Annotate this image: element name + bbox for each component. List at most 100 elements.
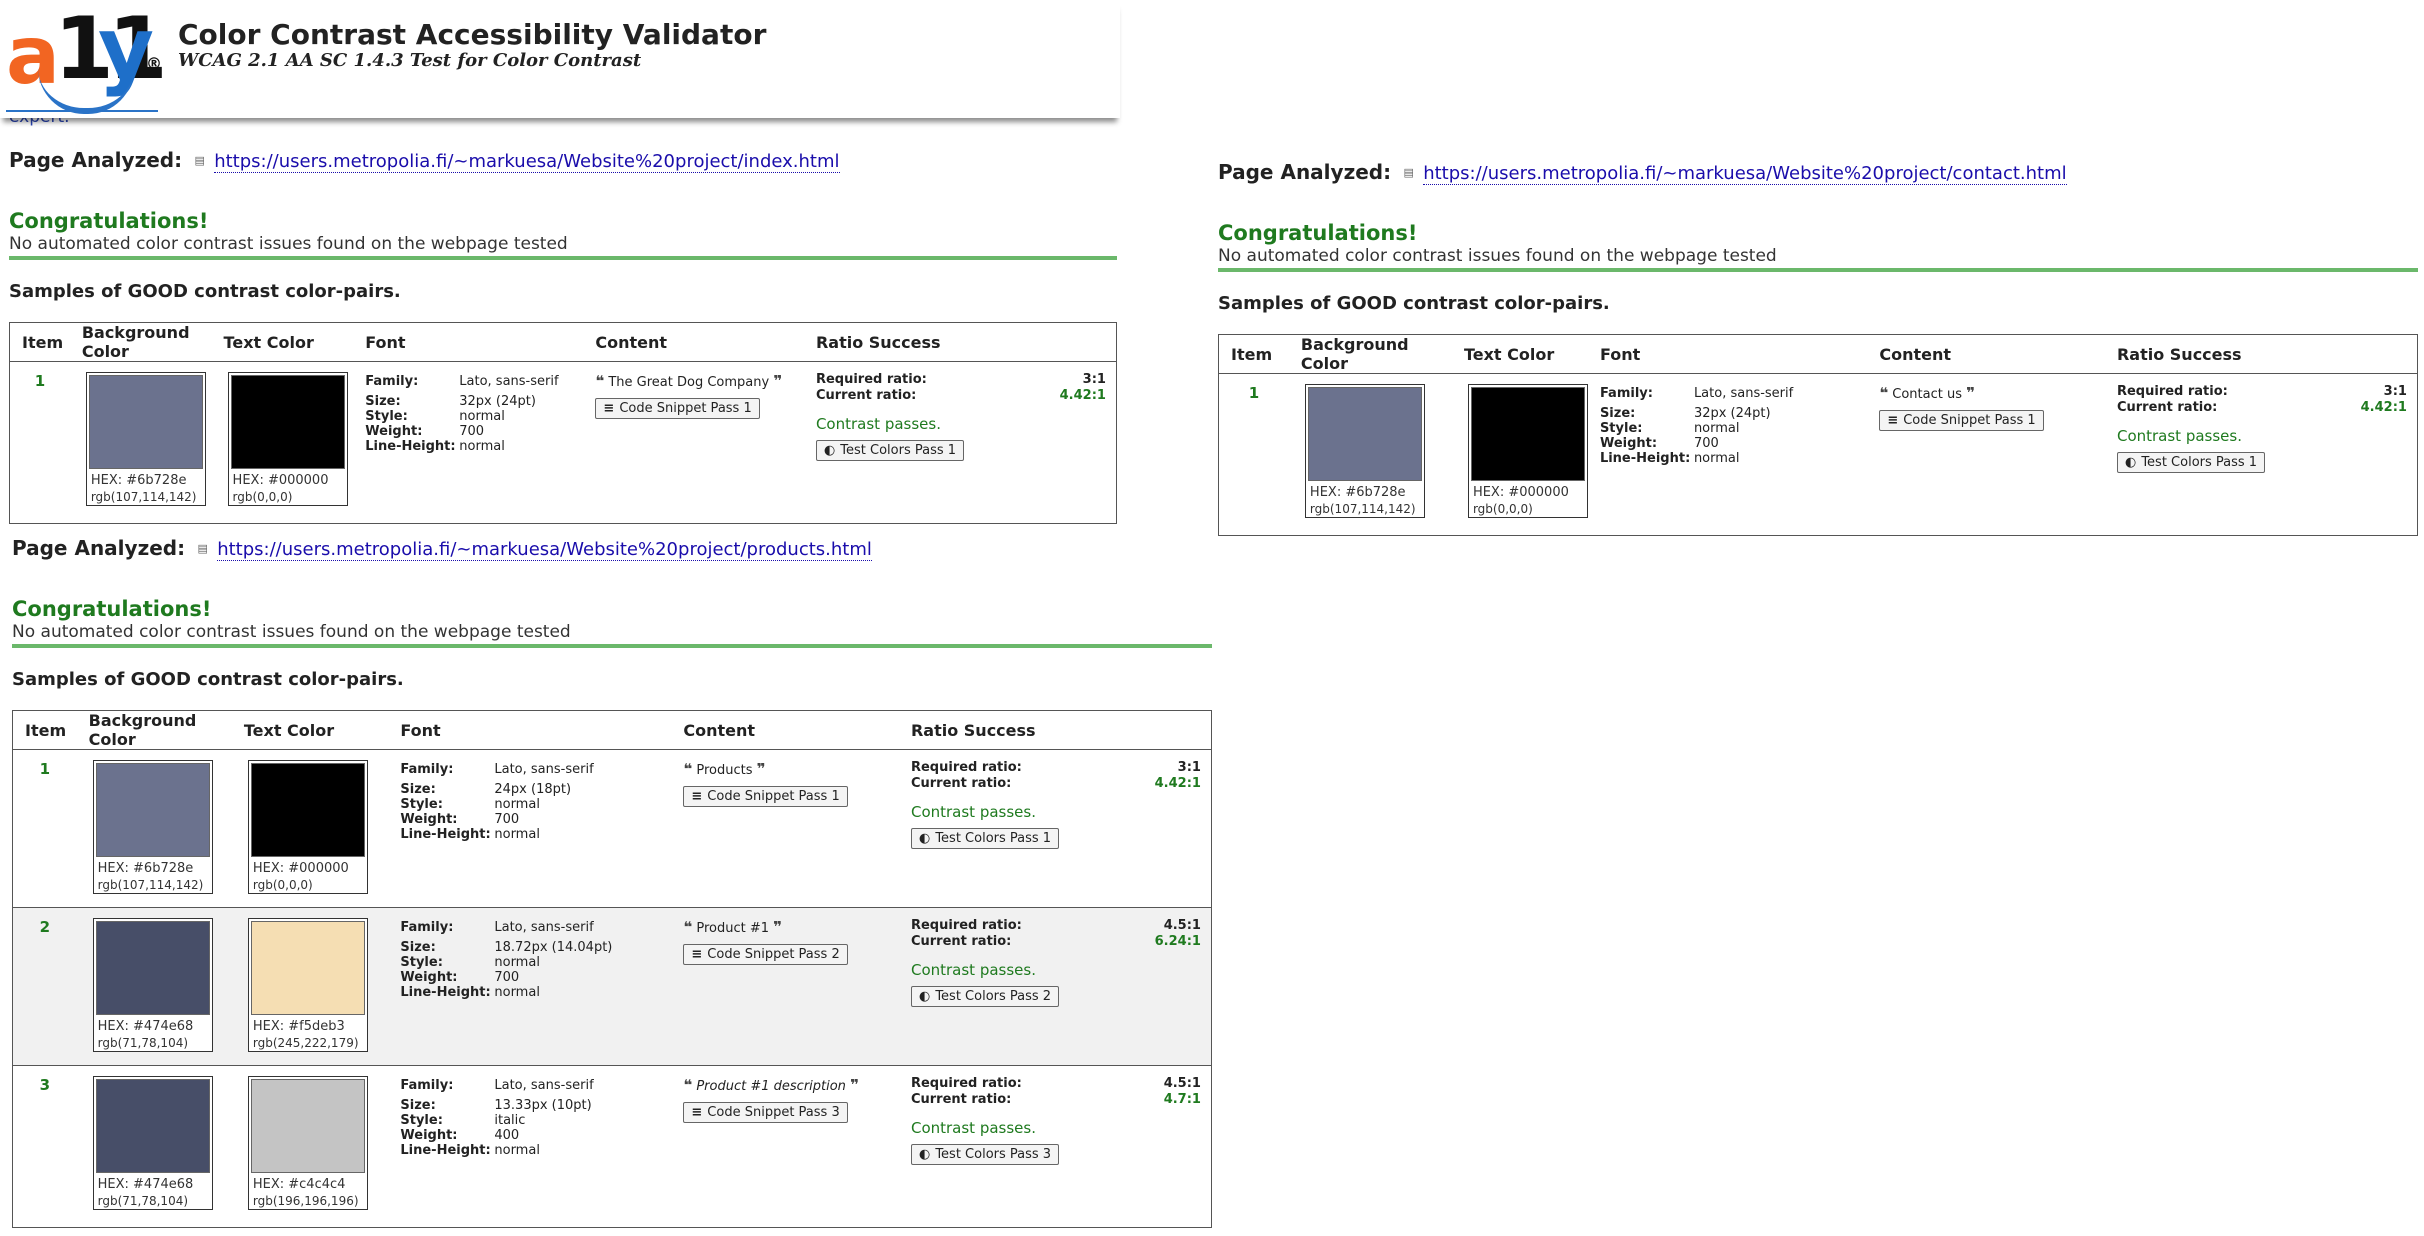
col-content: Content	[1867, 334, 2105, 374]
a11y-logo[interactable]: a 11 y ®	[6, 6, 168, 114]
text-color-swatch: HEX: #000000 rgb(0,0,0)	[247, 760, 368, 894]
rgb-value: rgb(245,222,179)	[252, 1036, 359, 1050]
test-colors-button[interactable]: ◐ Test Colors Pass 1	[910, 828, 1060, 849]
hex-value: HEX: #000000	[252, 861, 349, 876]
col-background-color: Background Color	[69, 322, 212, 362]
text-color-swatch: HEX: #000000 rgb(0,0,0)	[227, 372, 348, 506]
app-title: Color Contrast Accessibility Validator	[178, 18, 767, 51]
item-number: 3	[39, 1076, 51, 1094]
font-info: Family: Lato, sans-serif Size: 18.72px (14…	[400, 920, 613, 1000]
divider	[9, 256, 1117, 260]
divider	[12, 644, 1212, 648]
analyzed-url-link[interactable]: https://users.metropolia.fi/~markuesa/We…	[214, 151, 840, 173]
hex-value: HEX: #474e68	[97, 1019, 194, 1034]
ratio-info: Required ratio: 3:1 Current ratio: 4.42:1 …	[2116, 384, 2417, 473]
font-family-value: Lato, sans-serif	[494, 762, 594, 777]
color-sample	[95, 1079, 210, 1173]
page-analyzed-label: Page Analyzed:	[9, 148, 183, 172]
col-font: Font	[1587, 334, 1868, 374]
congrats-heading: Congratulations!	[12, 597, 212, 621]
content-text: The Great Dog Company	[608, 375, 770, 390]
content-sample: ❝ Product #1 description ❞	[683, 1076, 899, 1094]
line-height-value: normal	[1693, 451, 1740, 466]
contrast-passes-text: Contrast passes.	[910, 961, 1036, 979]
contrast-passes-text: Contrast passes.	[910, 803, 1036, 821]
close-quote-icon: ❞	[1966, 384, 1975, 402]
contrast-passes-text: Contrast passes.	[815, 415, 941, 433]
code-snippet-button[interactable]: ≡ Code Snippet Pass 3	[683, 1102, 848, 1123]
font-info: Family: Lato, sans-serif Size: 32px (24pt)…	[365, 374, 559, 454]
col-text-color: Text Color	[231, 710, 389, 750]
page-analyzed-label: Page Analyzed:	[12, 536, 186, 560]
test-colors-button[interactable]: ◐ Test Colors Pass 3	[910, 1144, 1060, 1165]
col-ratio-success: Ratio Success	[2104, 334, 2418, 374]
test-colors-button[interactable]: ◐ Test Colors Pass 1	[2116, 452, 2266, 473]
app-header: a 11 y ® Color Contrast Accessibility Va…	[0, 0, 1120, 118]
font-family-value: Lato, sans-serif	[1693, 386, 1794, 401]
current-ratio-value: 4.42:1	[1059, 388, 1106, 403]
code-snippet-button[interactable]: ≡ Code Snippet Pass 2	[683, 944, 848, 965]
congrats-heading: Congratulations!	[9, 209, 209, 233]
test-colors-button[interactable]: ◐ Test Colors Pass 1	[815, 440, 965, 461]
code-snippet-button[interactable]: ≡ Code Snippet Pass 1	[1879, 410, 2044, 431]
list-icon: ≡	[691, 1105, 703, 1120]
rgb-value: rgb(107,114,142)	[97, 878, 204, 892]
required-ratio-value: 3:1	[1177, 760, 1201, 775]
samples-heading: Samples of GOOD contrast color-pairs.	[12, 669, 404, 690]
font-weight-value: 700	[494, 970, 520, 985]
content-sample: ❝ The Great Dog Company ❞	[595, 372, 804, 390]
rgb-value: rgb(107,114,142)	[1309, 502, 1416, 516]
hex-value: HEX: #000000	[232, 473, 329, 488]
rgb-value: rgb(71,78,104)	[97, 1194, 189, 1208]
page-analyzed: Page Analyzed: ▤ https://users.metropoli…	[1218, 160, 2067, 185]
font-size-value: 32px (24pt)	[1693, 406, 1771, 421]
font-size-value: 24px (18pt)	[494, 782, 572, 797]
line-height-value: normal	[494, 827, 540, 842]
color-sample	[95, 921, 210, 1015]
close-quote-icon: ❞	[756, 760, 766, 778]
color-sample	[250, 763, 365, 857]
analyzed-url-link[interactable]: https://users.metropolia.fi/~markuesa/We…	[217, 539, 872, 561]
no-issues-text: No automated color contrast issues found…	[9, 234, 568, 254]
font-style-value: normal	[494, 955, 540, 970]
list-icon: ≡	[1887, 413, 1899, 428]
col-content: Content	[671, 710, 899, 750]
font-family-value: Lato, sans-serif	[459, 374, 559, 389]
col-font: Font	[353, 322, 584, 362]
col-background-color: Background Color	[76, 710, 232, 750]
results-table: Item Background Color Text Color Font Co…	[12, 710, 1212, 1228]
rgb-value: rgb(0,0,0)	[1472, 502, 1533, 516]
col-background-color: Background Color	[1288, 334, 1452, 374]
background-color-swatch: HEX: #6b728e rgb(107,114,142)	[85, 372, 206, 506]
page-analyzed: Page Analyzed: ▤ https://users.metropoli…	[9, 148, 840, 173]
code-snippet-button[interactable]: ≡ Code Snippet Pass 1	[683, 786, 848, 807]
font-size-value: 18.72px (14.04pt)	[494, 940, 613, 955]
test-colors-button[interactable]: ◐ Test Colors Pass 2	[910, 986, 1060, 1007]
close-quote-icon: ❞	[850, 1076, 859, 1094]
analyzed-url-link[interactable]: https://users.metropolia.fi/~markuesa/We…	[1423, 163, 2067, 185]
col-content: Content	[583, 322, 804, 362]
current-ratio-value: 4.7:1	[1163, 1092, 1201, 1107]
list-icon: ≡	[691, 947, 703, 962]
col-item: Item	[9, 322, 70, 362]
col-text-color: Text Color	[1451, 334, 1588, 374]
content-sample: ❝ Products ❞	[683, 760, 899, 778]
ratio-info: Required ratio: 4.5:1 Current ratio: 6.24:…	[910, 918, 1211, 1007]
current-ratio-value: 6.24:1	[1154, 934, 1201, 949]
font-size-value: 32px (24pt)	[459, 394, 536, 409]
content-sample: ❝ Contact us ❞	[1879, 384, 2105, 402]
code-snippet-button[interactable]: ≡ Code Snippet Pass 1	[595, 398, 760, 419]
document-icon: ▤	[197, 542, 208, 555]
ratio-info: Required ratio: 3:1 Current ratio: 4.42:1 …	[815, 372, 1116, 461]
required-ratio-value: 3:1	[2383, 384, 2407, 399]
ratio-info: Required ratio: 3:1 Current ratio: 4.42:1 …	[910, 760, 1211, 849]
color-sample	[1307, 387, 1422, 481]
results-table: Item Background Color Text Color Font Co…	[9, 322, 1117, 524]
samples-heading: Samples of GOOD contrast color-pairs.	[9, 281, 401, 302]
font-weight-value: 700	[1693, 436, 1719, 451]
table-header-row: Item Background Color Text Color Font Co…	[9, 322, 1117, 362]
content-sample: ❝ Product #1 ❞	[683, 918, 899, 936]
open-quote-icon: ❝	[1879, 384, 1889, 402]
background-color-swatch: HEX: #474e68 rgb(71,78,104)	[92, 918, 213, 1052]
content-text: Product #1	[696, 921, 769, 936]
